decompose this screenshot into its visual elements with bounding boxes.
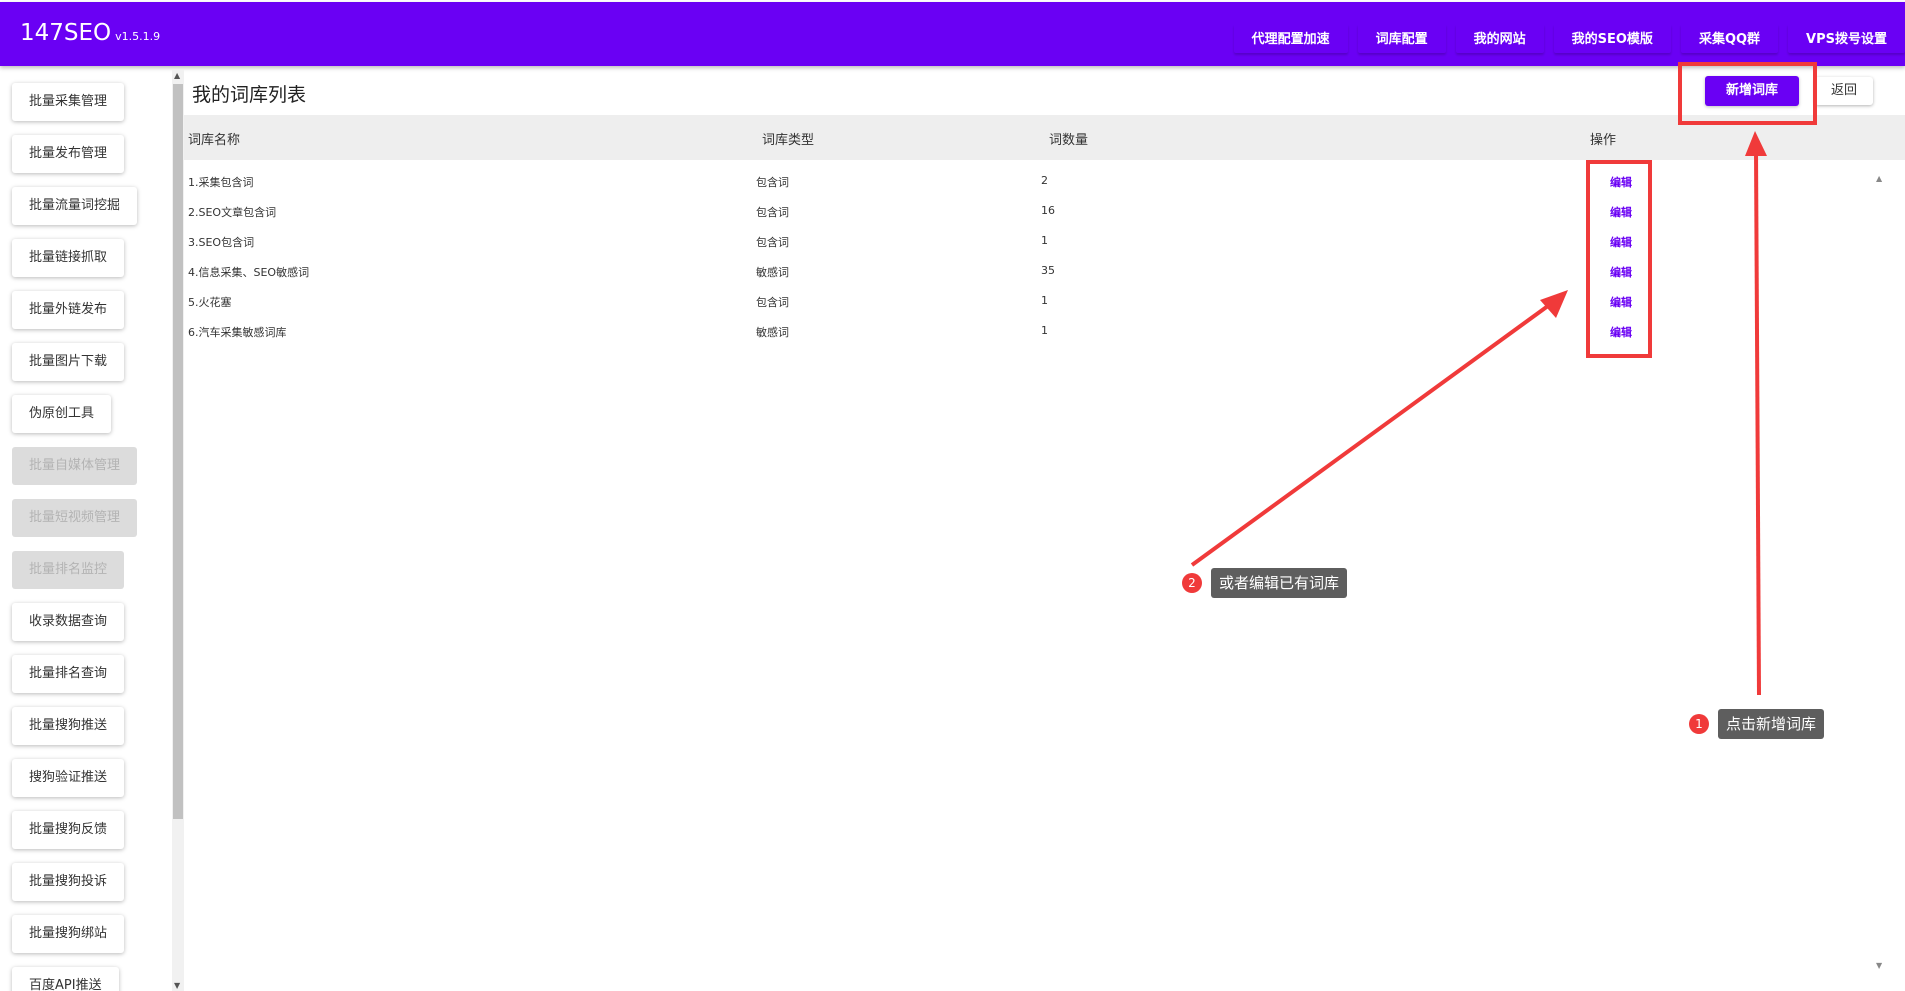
callout-2-text: 或者编辑已有词库	[1211, 568, 1348, 598]
sidebar-item-media-manage: 批量自媒体管理	[12, 447, 138, 485]
sidebar-item-sogou-bind-site[interactable]: 批量搜狗绑站	[12, 915, 125, 953]
top-nav: 代理配置加速 词库配置 我的网站 我的SEO模版 采集QQ群 VPS拨号设置	[1224, 24, 1905, 53]
sidebar-item-sogou-feedback[interactable]: 批量搜狗反馈	[12, 811, 125, 849]
cell-count: 1	[1041, 324, 1048, 337]
cell-count: 16	[1041, 204, 1055, 217]
cell-count: 1	[1041, 294, 1048, 307]
nav-proxy-config[interactable]: 代理配置加速	[1234, 24, 1348, 53]
header-lexicon-name: 词库名称	[188, 133, 241, 148]
sidebar-item-link-crawl[interactable]: 批量链接抓取	[12, 239, 125, 277]
scroll-up-icon[interactable]: ▲	[174, 71, 180, 80]
cell-type: 敏感词	[756, 326, 789, 339]
callout-1-badge: 1	[1689, 714, 1709, 734]
cell-name: 6.汽车采集敏感词库	[188, 326, 287, 339]
nav-lexicon-config[interactable]: 词库配置	[1358, 24, 1446, 53]
cell-type: 包含词	[756, 236, 789, 249]
nav-my-sites[interactable]: 我的网站	[1456, 24, 1544, 53]
header-lexicon-type: 词库类型	[762, 133, 815, 148]
callout-2-badge: 2	[1182, 573, 1202, 593]
app-version: v1.5.1.9	[115, 30, 161, 43]
sidebar: 批量采集管理 批量发布管理 批量流量词挖掘 批量链接抓取 批量外链发布 批量图片…	[0, 70, 172, 991]
highlight-edit-column-box	[1586, 160, 1652, 358]
page-title: 我的词库列表	[192, 84, 307, 106]
cell-name: 4.信息采集、SEO敏感词	[188, 266, 310, 279]
cell-name: 5.火花塞	[188, 296, 232, 309]
sidebar-item-batch-collect[interactable]: 批量采集管理	[12, 83, 125, 121]
cell-type: 包含词	[756, 296, 789, 309]
sidebar-item-batch-publish[interactable]: 批量发布管理	[12, 135, 125, 173]
sidebar-item-index-query[interactable]: 收录数据查询	[12, 603, 125, 641]
cell-type: 敏感词	[756, 266, 789, 279]
top-bar: 147SEO v1.5.1.9 代理配置加速 词库配置 我的网站 我的SEO模版 …	[0, 2, 1905, 66]
sidebar-item-rank-monitor: 批量排名监控	[12, 551, 125, 589]
sidebar-item-baidu-api-push[interactable]: 百度API推送	[12, 967, 119, 991]
cell-count: 35	[1041, 264, 1055, 277]
sidebar-item-sogou-complaint[interactable]: 批量搜狗投诉	[12, 863, 125, 901]
callout-1-text: 点击新增词库	[1718, 709, 1825, 739]
nav-qq-groups[interactable]: 采集QQ群	[1681, 24, 1778, 53]
cell-type: 包含词	[756, 176, 789, 189]
brand-name: 147SEO	[20, 20, 112, 46]
sidebar-item-sogou-verify-push[interactable]: 搜狗验证推送	[12, 759, 125, 797]
sidebar-item-backlink-publish[interactable]: 批量外链发布	[12, 291, 125, 329]
scroll-down-icon[interactable]: ▼	[174, 981, 180, 990]
sidebar-item-rank-query[interactable]: 批量排名查询	[12, 655, 125, 693]
cell-count: 2	[1041, 174, 1048, 187]
sidebar-item-traffic-keywords[interactable]: 批量流量词挖掘	[12, 187, 138, 225]
cell-type: 包含词	[756, 206, 789, 219]
header-word-count: 词数量	[1049, 133, 1089, 148]
nav-my-seo-templates[interactable]: 我的SEO模版	[1554, 24, 1671, 53]
scroll-up-icon[interactable]: ▲	[1876, 174, 1882, 183]
sidebar-item-sogou-push[interactable]: 批量搜狗推送	[12, 707, 125, 745]
app-brand: 147SEO v1.5.1.9	[20, 20, 160, 46]
sidebar-item-image-download[interactable]: 批量图片下载	[12, 343, 125, 381]
content-scrollbar[interactable]: ▲ ▼	[1874, 170, 1888, 970]
back-button[interactable]: 返回	[1815, 77, 1873, 105]
scroll-down-icon[interactable]: ▼	[1876, 961, 1882, 970]
cell-name: 2.SEO文章包含词	[188, 206, 277, 219]
table-header: 词库名称 词库类型 词数量 操作	[184, 115, 1905, 160]
sidebar-scrollbar[interactable]: ▲ ▼	[172, 70, 184, 991]
sidebar-item-video-manage: 批量短视频管理	[12, 499, 138, 537]
nav-vps-dial[interactable]: VPS拨号设置	[1788, 24, 1905, 53]
sidebar-item-rewrite-tool[interactable]: 伪原创工具	[12, 395, 112, 433]
scrollbar-thumb[interactable]	[173, 84, 183, 819]
highlight-add-button-box	[1678, 62, 1817, 125]
cell-name: 3.SEO包含词	[188, 236, 255, 249]
cell-count: 1	[1041, 234, 1048, 247]
header-action: 操作	[1590, 133, 1617, 148]
cell-name: 1.采集包含词	[188, 176, 254, 189]
